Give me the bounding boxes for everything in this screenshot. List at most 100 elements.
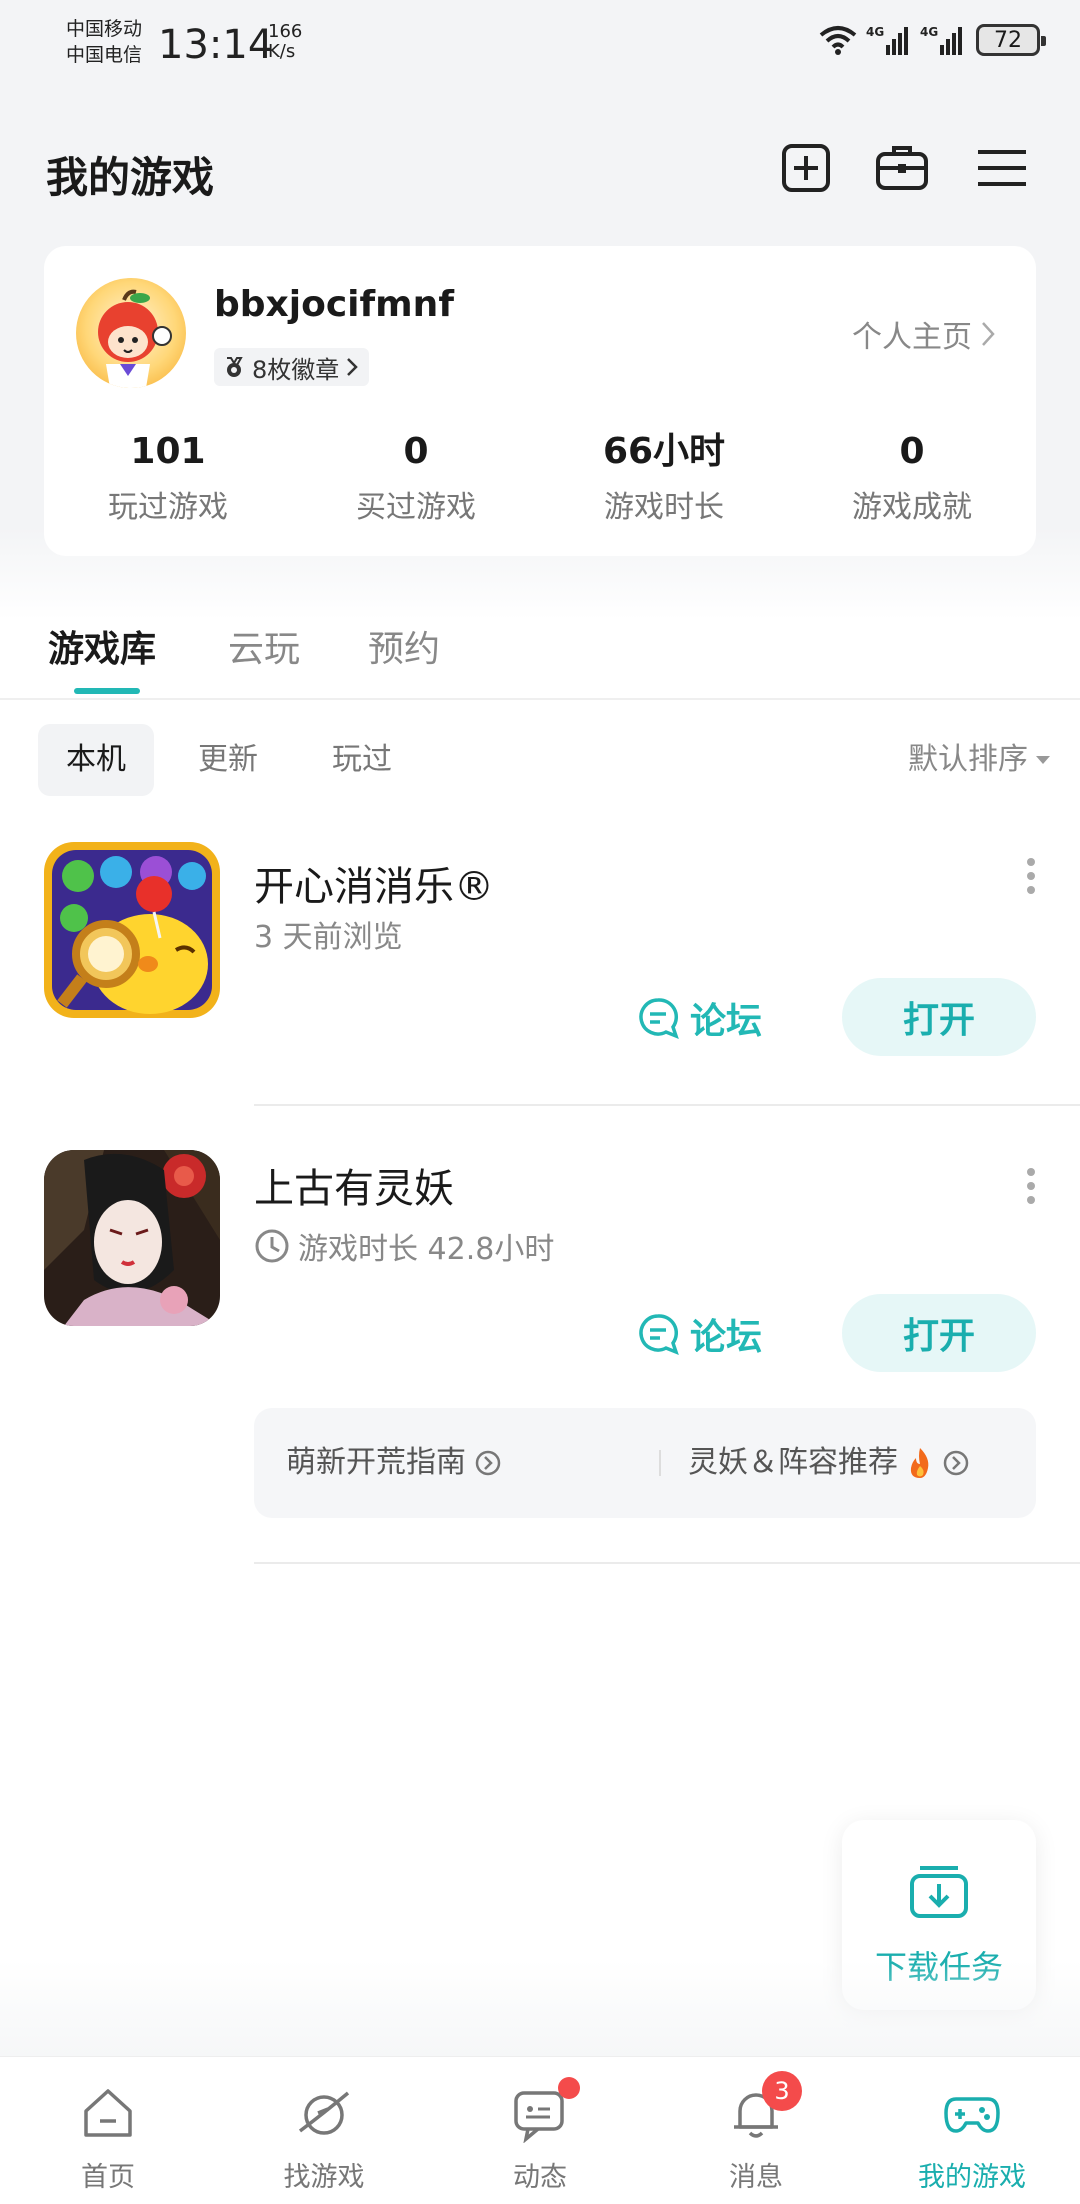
signal-1-icon: 4G	[866, 25, 912, 55]
nav-home[interactable]: 首页	[0, 2057, 216, 2204]
filter-updates[interactable]: 更新	[170, 724, 286, 796]
home-icon	[84, 2089, 132, 2137]
stat-label: 买过游戏	[356, 490, 476, 525]
nav-label: 我的游戏	[918, 2162, 1026, 2193]
game-icon-kaixin[interactable]	[44, 842, 220, 1018]
gamepad-icon	[944, 2097, 1000, 2133]
guide-links: 萌新开荒指南 灵妖＆阵容推荐	[254, 1408, 1036, 1518]
stat-value: 0	[899, 431, 925, 472]
nav-label: 消息	[729, 2162, 783, 2193]
page-title: 我的游戏	[46, 153, 215, 202]
guide-label: 灵妖＆阵容推荐	[688, 1445, 898, 1480]
open-game-button[interactable]: 打开	[842, 1294, 1036, 1372]
tab-reservations[interactable]: 预约	[368, 620, 440, 672]
nav-label: 首页	[81, 2162, 135, 2193]
avatar-illustration	[98, 289, 172, 388]
game-play-time: 游戏时长 42.8小时	[254, 1224, 554, 1268]
forum-icon	[639, 998, 679, 1040]
guide-separator	[659, 1450, 661, 1476]
clock-icon	[255, 1229, 289, 1263]
sort-label: 默认排序	[908, 742, 1028, 777]
nav-my-games[interactable]: 我的游戏	[864, 2057, 1080, 2204]
nav-find-games[interactable]: 找游戏	[216, 2057, 432, 2204]
nav-feed[interactable]: 动态	[432, 2057, 648, 2204]
speed-value: 166	[268, 21, 303, 42]
forum-label: 论坛	[690, 1317, 763, 1358]
more-options-icon[interactable]	[1026, 1168, 1036, 1204]
circle-arrow-right-icon	[475, 1450, 501, 1476]
signal-2-icon: 4G	[920, 25, 966, 55]
caret-down-icon	[1036, 756, 1050, 764]
forum-label: 论坛	[690, 1001, 763, 1042]
battery-level: 72	[994, 27, 1022, 53]
bottom-fade	[0, 1960, 1080, 2056]
filter-played[interactable]: 玩过	[304, 724, 420, 796]
filter-local[interactable]: 本机	[38, 724, 154, 796]
avatar[interactable]	[76, 278, 186, 388]
sort-dropdown[interactable]: 默认排序	[908, 724, 1050, 796]
stat-play-time[interactable]: 66小时 游戏时长	[540, 428, 788, 526]
carrier-2: 中国电信	[66, 44, 143, 66]
personal-home-link[interactable]: 个人主页	[852, 312, 996, 356]
guide-link-beginner[interactable]: 萌新开荒指南	[286, 1408, 502, 1518]
forum-button[interactable]: 论坛	[636, 1308, 762, 1360]
forum-icon	[639, 1314, 679, 1356]
nav-label: 找游戏	[283, 2162, 365, 2193]
game-art	[44, 842, 220, 1018]
battery-icon: 72	[976, 24, 1046, 56]
game-name[interactable]: 开心消消乐®	[254, 854, 494, 912]
status-bar: 中国移动 中国电信 13:14 166 K/s 4G 4G 72	[0, 0, 1080, 92]
chevron-right-icon	[347, 358, 359, 376]
username: bbxjocifmnf	[214, 284, 454, 325]
speed-unit: K/s	[268, 41, 296, 62]
open-game-button[interactable]: 打开	[842, 978, 1036, 1056]
main-tabs: 游戏库 云玩 预约	[0, 620, 1080, 700]
signal-2-label: 4G	[920, 25, 939, 39]
profile-stats: 101 玩过游戏 0 买过游戏 66小时 游戏时长 0 游戏成就	[44, 428, 1036, 526]
fire-icon	[910, 1448, 929, 1478]
profile-card[interactable]: bbxjocifmnf 8枚徽章 个人主页 101 玩过游戏 0 买过游戏 66…	[44, 246, 1036, 556]
stat-played-games[interactable]: 101 玩过游戏	[44, 428, 292, 526]
stat-bought-games[interactable]: 0 买过游戏	[292, 428, 540, 526]
chevron-right-icon	[982, 322, 995, 346]
circle-arrow-right-icon	[943, 1450, 969, 1476]
item-divider	[254, 1562, 1080, 1564]
game-sub-text: 游戏时长 42.8小时	[298, 1232, 555, 1267]
wifi-icon	[819, 26, 857, 55]
stat-value: 101	[130, 431, 206, 472]
game-sub-text: 3 天前浏览	[254, 920, 403, 955]
planet-icon	[298, 2091, 350, 2135]
active-tab-indicator	[74, 688, 140, 694]
game-art	[44, 1150, 220, 1326]
game-name[interactable]: 上古有灵妖	[254, 1156, 454, 1214]
stat-label: 游戏成就	[852, 490, 972, 525]
guide-link-lineup[interactable]: 灵妖＆阵容推荐	[688, 1408, 970, 1518]
more-options-icon[interactable]	[1026, 858, 1036, 894]
tab-cloud-play[interactable]: 云玩	[228, 620, 300, 672]
tab-game-library[interactable]: 游戏库	[48, 620, 156, 672]
carrier-1: 中国移动	[66, 18, 143, 40]
status-indicators: 4G 4G 72	[818, 24, 1046, 56]
status-time: 13:14	[158, 22, 274, 68]
game-icon-shanggu[interactable]	[44, 1150, 220, 1326]
unread-dot	[558, 2077, 580, 2099]
download-icon	[910, 1866, 968, 1918]
medal-icon	[227, 357, 243, 377]
home-link-label: 个人主页	[852, 320, 972, 355]
header: 我的游戏	[46, 140, 1036, 202]
carrier-info: 中国移动 中国电信	[66, 16, 142, 68]
stat-label: 玩过游戏	[108, 490, 228, 525]
toolbox-icon[interactable]	[874, 140, 930, 196]
stat-label: 游戏时长	[604, 490, 724, 525]
nav-messages[interactable]: 3 消息	[648, 2057, 864, 2204]
stat-achievements[interactable]: 0 游戏成就	[788, 428, 1036, 526]
forum-button[interactable]: 论坛	[636, 992, 762, 1044]
badges-label: 8枚徽章	[252, 355, 340, 384]
guide-label: 萌新开荒指南	[286, 1445, 466, 1480]
badges-chip[interactable]: 8枚徽章	[214, 348, 370, 386]
message-count-badge: 3	[762, 2071, 802, 2111]
add-square-icon[interactable]	[778, 140, 834, 196]
stat-value: 0	[403, 431, 429, 472]
game-last-viewed: 3 天前浏览	[254, 912, 403, 956]
menu-icon[interactable]	[974, 140, 1030, 196]
